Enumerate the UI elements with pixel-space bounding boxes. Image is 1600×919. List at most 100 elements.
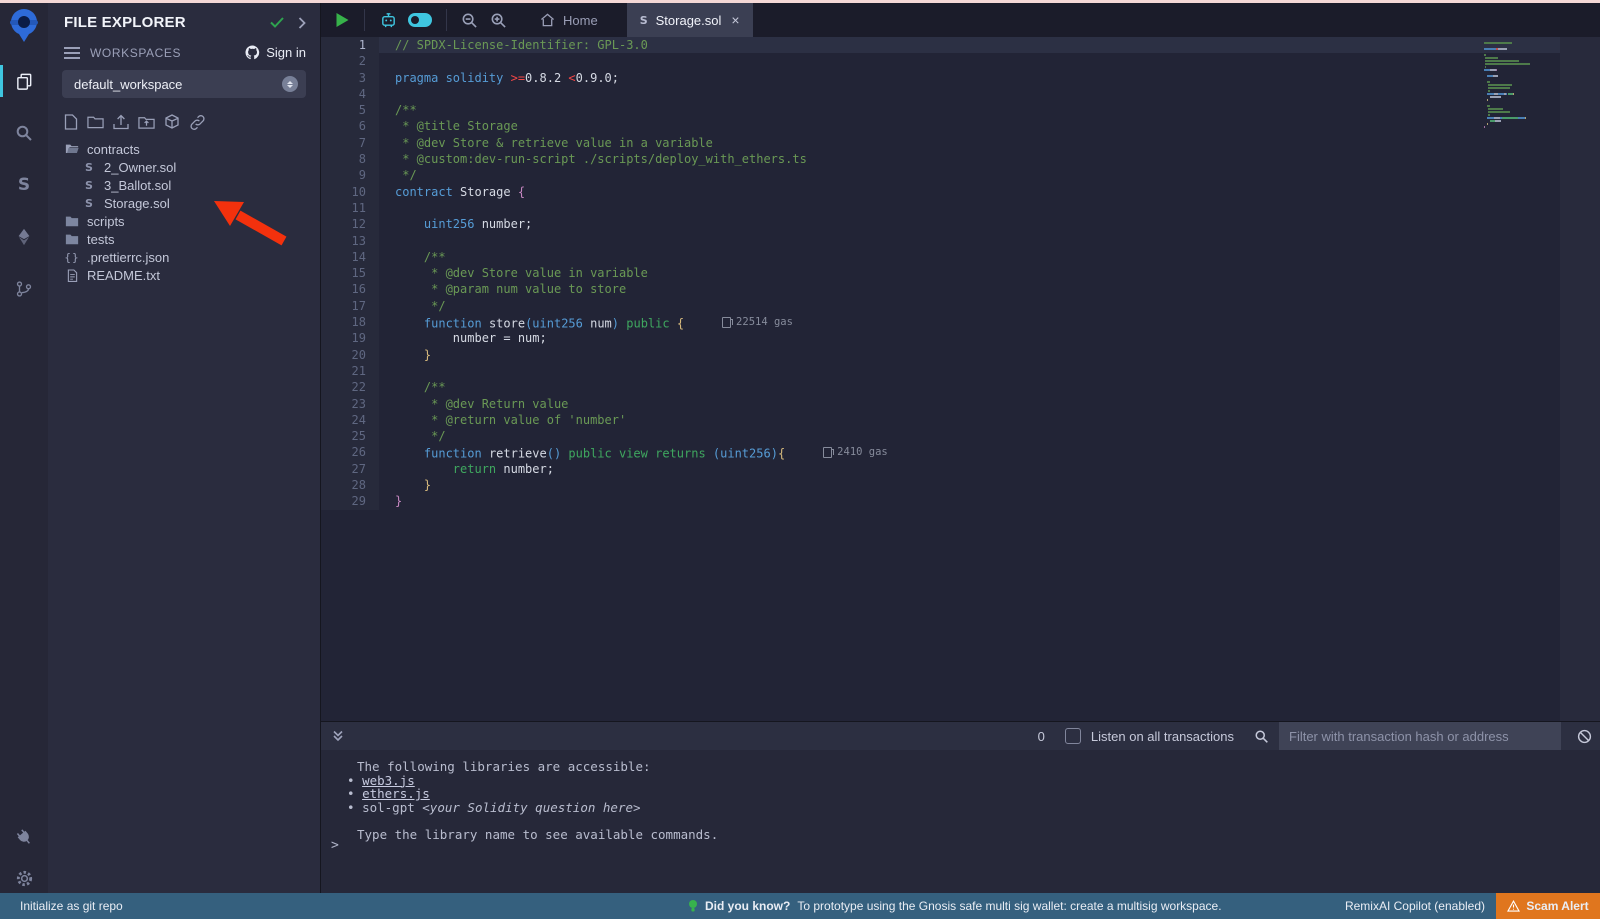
code-line-4[interactable]: 4 xyxy=(321,86,1600,102)
editor-scrollbar-track[interactable] xyxy=(1560,37,1600,722)
tip-text: To prototype using the Gnosis safe multi… xyxy=(797,899,1221,913)
tree-item-contracts[interactable]: contracts xyxy=(48,140,320,158)
line-number: 18 xyxy=(321,314,379,330)
tree-item-3-ballot-sol[interactable]: S3_Ballot.sol xyxy=(48,176,320,194)
code-line-24[interactable]: 24 * @return value of 'number' xyxy=(321,412,1600,428)
terminal-line: The following libraries are accessible: xyxy=(331,760,1600,774)
code-line-1[interactable]: 1// SPDX-License-Identifier: GPL-3.0 xyxy=(321,37,1600,53)
link-icon[interactable] xyxy=(189,115,206,130)
code-line-12[interactable]: 12 uint256 number; xyxy=(321,216,1600,232)
terminal-output: The following libraries are accessible: … xyxy=(321,750,1600,842)
solidity-compiler-icon[interactable]: S xyxy=(0,163,48,207)
search-icon[interactable] xyxy=(0,111,48,155)
transaction-filter-input[interactable] xyxy=(1279,722,1561,750)
expand-terminal-icon[interactable] xyxy=(331,729,345,743)
solidity-icon: S xyxy=(81,179,97,192)
line-content: function store(uint256 num) public {2251… xyxy=(379,314,1600,330)
new-folder-icon[interactable] xyxy=(87,115,104,129)
line-number: 1 xyxy=(321,37,379,53)
code-line-27[interactable]: 27 return number; xyxy=(321,461,1600,477)
new-file-icon[interactable] xyxy=(64,114,78,130)
line-content: } xyxy=(379,347,1600,363)
copilot-status[interactable]: RemixAI Copilot (enabled) xyxy=(1345,893,1485,919)
terminal-line: ethers.js xyxy=(331,787,1600,801)
close-tab-icon[interactable]: × xyxy=(731,12,739,28)
git-icon[interactable] xyxy=(0,267,48,311)
line-content: /** xyxy=(379,102,1600,118)
copilot-toggle[interactable] xyxy=(408,13,432,27)
editor-minimap[interactable] xyxy=(1484,42,1554,129)
code-editor[interactable]: 1// SPDX-License-Identifier: GPL-3.023pr… xyxy=(321,37,1600,722)
code-line-3[interactable]: 3pragma solidity >=0.8.2 <0.9.0; xyxy=(321,70,1600,86)
terminal-prompt[interactable]: > xyxy=(331,838,339,853)
zoom-out-icon[interactable] xyxy=(461,12,478,29)
tree-item-scripts[interactable]: scripts xyxy=(48,212,320,230)
line-number: 16 xyxy=(321,281,379,297)
tree-item-label: README.txt xyxy=(87,268,160,283)
warning-triangle-icon xyxy=(1507,900,1520,912)
code-line-28[interactable]: 28 } xyxy=(321,477,1600,493)
code-line-29[interactable]: 29} xyxy=(321,493,1600,509)
tree-item-tests[interactable]: tests xyxy=(48,230,320,248)
collapse-chevron-icon[interactable] xyxy=(298,17,306,29)
tree-item-2-owner-sol[interactable]: S2_Owner.sol xyxy=(48,158,320,176)
tree-item-readme-txt[interactable]: README.txt xyxy=(48,266,320,284)
ai-copilot-robot-icon[interactable] xyxy=(379,11,398,29)
tab-storage-sol[interactable]: S Storage.sol × xyxy=(627,3,753,37)
code-line-19[interactable]: 19 number = num; xyxy=(321,330,1600,346)
code-line-22[interactable]: 22 /** xyxy=(321,379,1600,395)
tree-item-label: contracts xyxy=(87,142,140,157)
init-git-repo-button[interactable]: Initialize as git repo xyxy=(20,893,123,919)
code-line-17[interactable]: 17 */ xyxy=(321,298,1600,314)
listen-all-transactions-checkbox[interactable] xyxy=(1065,728,1081,744)
code-line-5[interactable]: 5/** xyxy=(321,102,1600,118)
line-number: 4 xyxy=(321,86,379,102)
code-line-26[interactable]: 26 function retrieve() public view retur… xyxy=(321,444,1600,460)
upload-file-icon[interactable] xyxy=(113,114,129,130)
sign-in-button[interactable]: Sign in xyxy=(245,45,306,60)
status-bar: Initialize as git repo Did you know? To … xyxy=(0,893,1600,919)
remix-logo[interactable] xyxy=(7,8,41,44)
code-line-20[interactable]: 20 } xyxy=(321,347,1600,363)
line-number: 26 xyxy=(321,444,379,460)
workspace-select[interactable]: default_workspace xyxy=(62,70,306,98)
code-line-14[interactable]: 14 /** xyxy=(321,249,1600,265)
scam-alert-button[interactable]: Scam Alert xyxy=(1496,893,1600,919)
zoom-in-icon[interactable] xyxy=(490,12,507,29)
code-line-8[interactable]: 8 * @custom:dev-run-script ./scripts/dep… xyxy=(321,151,1600,167)
code-line-18[interactable]: 18 function store(uint256 num) public {2… xyxy=(321,314,1600,330)
code-line-7[interactable]: 7 * @dev Store & retrieve value in a var… xyxy=(321,135,1600,151)
line-number: 3 xyxy=(321,70,379,86)
hamburger-menu-icon[interactable] xyxy=(64,47,80,59)
code-line-10[interactable]: 10contract Storage { xyxy=(321,184,1600,200)
file-explorer-icon[interactable] xyxy=(0,59,48,103)
code-line-13[interactable]: 13 xyxy=(321,233,1600,249)
line-number: 13 xyxy=(321,233,379,249)
tab-home[interactable]: Home xyxy=(527,3,611,37)
code-line-15[interactable]: 15 * @dev Store value in variable xyxy=(321,265,1600,281)
gas-estimate-badge: 22514 gas xyxy=(722,314,793,330)
line-number: 27 xyxy=(321,461,379,477)
tree-item--prettierrc-json[interactable]: {}.prettierrc.json xyxy=(48,248,320,266)
line-content: * @return value of 'number' xyxy=(379,412,1600,428)
cube-icon[interactable] xyxy=(164,114,180,130)
clear-filter-ban-icon[interactable] xyxy=(1577,729,1592,744)
line-content: * @dev Return value xyxy=(379,396,1600,412)
upload-folder-icon[interactable] xyxy=(138,115,155,130)
line-content: function retrieve() public view returns … xyxy=(379,444,1600,460)
code-line-16[interactable]: 16 * @param num value to store xyxy=(321,281,1600,297)
code-line-6[interactable]: 6 * @title Storage xyxy=(321,118,1600,134)
code-line-21[interactable]: 21 xyxy=(321,363,1600,379)
code-line-23[interactable]: 23 * @dev Return value xyxy=(321,396,1600,412)
deploy-and-run-icon[interactable] xyxy=(0,215,48,259)
plugin-manager-icon[interactable] xyxy=(0,815,48,859)
run-script-button[interactable] xyxy=(335,12,350,28)
code-line-2[interactable]: 2 xyxy=(321,53,1600,69)
code-line-25[interactable]: 25 */ xyxy=(321,428,1600,444)
line-number: 20 xyxy=(321,347,379,363)
code-line-11[interactable]: 11 xyxy=(321,200,1600,216)
tree-item-storage-sol[interactable]: SStorage.sol xyxy=(48,194,320,212)
code-line-9[interactable]: 9 */ xyxy=(321,167,1600,183)
json-icon: {} xyxy=(64,251,80,264)
line-number: 5 xyxy=(321,102,379,118)
